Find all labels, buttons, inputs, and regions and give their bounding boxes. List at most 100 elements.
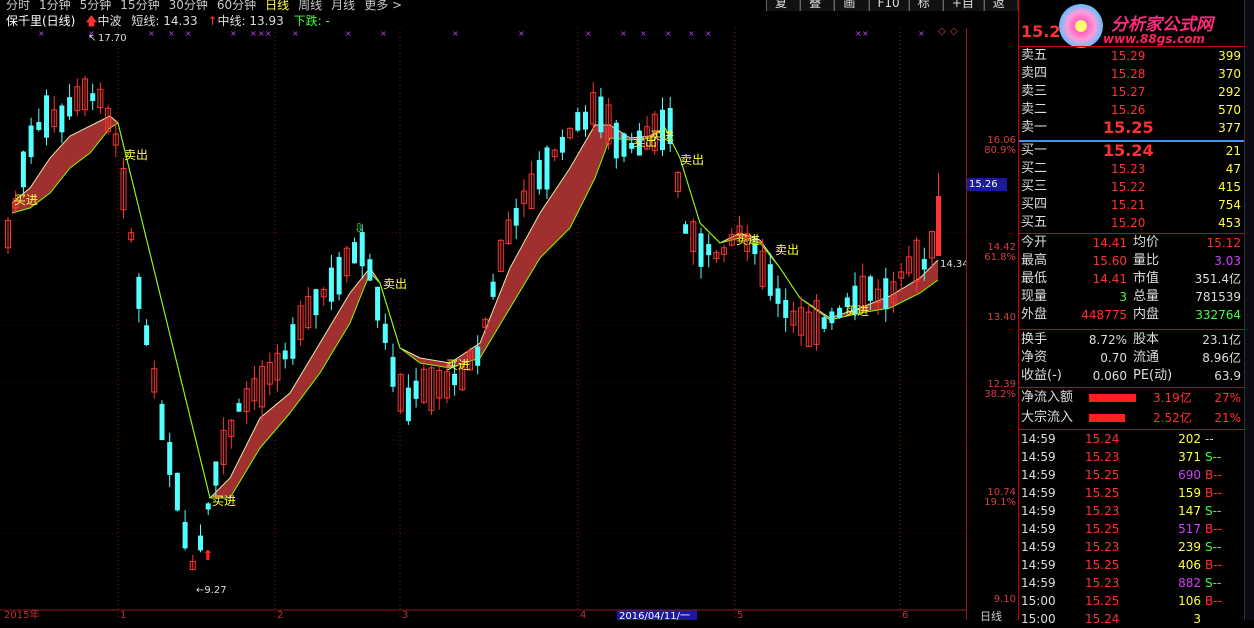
tick-time: 14:59: [1021, 450, 1056, 464]
order-book-row[interactable]: 买四 15.21 754: [1019, 196, 1245, 214]
side-scrollbar[interactable]: [1244, 0, 1254, 620]
wave-label: 🡅中波: [85, 14, 122, 28]
order-book-row[interactable]: 卖三 15.27 292: [1019, 83, 1245, 101]
candle: [28, 117, 34, 164]
stock-title[interactable]: 保千里(日线): [6, 14, 75, 28]
down-line: 下跌: -: [293, 14, 330, 28]
signal-marker: ×: [258, 29, 265, 38]
signal-marker: ×: [640, 29, 647, 38]
candle: [698, 227, 704, 279]
candle: [282, 342, 288, 369]
order-book-row[interactable]: 卖五 15.29 399: [1019, 47, 1245, 65]
stat-label: 最低: [1021, 271, 1048, 286]
order-book-row[interactable]: 卖二 15.26 570: [1019, 101, 1245, 119]
book-volume: 21: [1225, 144, 1241, 158]
y-axis-label: 10.74 19.1%: [984, 487, 1016, 508]
toolbar-button[interactable]: 叠加: [800, 0, 835, 11]
candle: [536, 151, 542, 195]
indicator-band: [12, 116, 938, 498]
candle: [575, 107, 581, 133]
period-tab[interactable]: 5分钟: [80, 0, 112, 11]
period-tab[interactable]: 更多 >: [364, 0, 402, 11]
order-book-row[interactable]: 卖一 15.25 377: [1019, 119, 1245, 137]
candle: [790, 301, 797, 333]
tick-row: 14:59 15.25 690 B--: [1019, 466, 1245, 484]
signal-marker: ×: [265, 29, 272, 38]
period-tab[interactable]: 周线: [298, 0, 322, 11]
candle: [721, 244, 728, 263]
period-tab[interactable]: 月线: [331, 0, 355, 11]
stat-value: 8.72%: [1088, 333, 1127, 347]
candle: [82, 75, 88, 117]
book-label: 买三: [1021, 179, 1048, 194]
tick-side: S--: [1205, 450, 1222, 464]
candle: [829, 307, 835, 330]
candlestick-chart[interactable]: × × × × × × × × × × × × × × × × × × × × × × ×买进卖出买进卖出买进卖出买进卖出买…: [0, 28, 966, 620]
stat-row: 换手 8.72% 股本 23.1亿: [1019, 331, 1245, 349]
period-tab[interactable]: 1分钟: [39, 0, 71, 11]
stat-label: 换手: [1021, 332, 1048, 347]
candle: [520, 179, 527, 218]
candle: [660, 97, 665, 156]
toolbar-button[interactable]: 复权: [766, 0, 801, 11]
buy-arrow-icon: ⬆: [202, 548, 214, 564]
candle: [929, 230, 935, 269]
book-price: 15.22: [1111, 180, 1146, 194]
candle: [767, 253, 773, 301]
signal-label: 买进: [650, 129, 674, 143]
order-book-row[interactable]: 买五 15.20 453: [1019, 214, 1245, 232]
signal-marker: ×: [452, 29, 459, 38]
stat-value: 14.41: [1092, 272, 1127, 286]
tick-price: 15.23: [1085, 504, 1120, 518]
signal-marker: ×: [185, 29, 192, 38]
period-tab[interactable]: 60分钟: [217, 0, 256, 11]
tick-row: 14:59 15.23 371 S--: [1019, 448, 1245, 466]
tick-price: 15.24: [1085, 612, 1120, 626]
candle: [228, 419, 235, 449]
signal-label: 卖出: [383, 277, 407, 291]
toolbar-button[interactable]: 标记: [908, 0, 943, 11]
candle: [144, 319, 150, 347]
candle: [405, 374, 411, 425]
diamond-icon[interactable]: ◇: [950, 28, 958, 37]
diamond-icon[interactable]: ◇: [938, 28, 946, 37]
book-price: 15.27: [1111, 85, 1146, 99]
y-axis-label: 16.06 80.9%: [984, 135, 1016, 156]
candle: [436, 364, 443, 410]
tick-price: 15.25: [1085, 522, 1120, 536]
tick-side: --: [1205, 432, 1214, 446]
order-book-row[interactable]: 卖四 15.28 370: [1019, 65, 1245, 83]
candle: [343, 245, 350, 283]
stat-value: 15.60: [1092, 254, 1127, 268]
flow-row: 大宗流入 2.52亿 21%: [1019, 409, 1245, 427]
tick-side: B--: [1205, 558, 1222, 572]
toolbar-button[interactable]: F10: [868, 0, 909, 11]
period-tab[interactable]: 分时: [6, 0, 30, 11]
stat-row: 最低 14.41 市值 351.4亿: [1019, 270, 1245, 288]
tick-price: 15.25: [1085, 486, 1120, 500]
candle: [497, 239, 504, 272]
period-tab[interactable]: 30分钟: [169, 0, 208, 11]
toolbar-button[interactable]: 画线: [834, 0, 869, 11]
toolbar-button[interactable]: 返回: [983, 0, 1018, 11]
tick-volume: 147: [1178, 504, 1201, 518]
candle: [813, 294, 820, 351]
candle: [266, 352, 273, 396]
order-book-row[interactable]: 买二 15.23 47: [1019, 160, 1245, 178]
order-book-row[interactable]: 买三 15.22 415: [1019, 178, 1245, 196]
x-axis-label: 5: [737, 610, 743, 620]
tick-volume: 406: [1178, 558, 1201, 572]
toolbar-button[interactable]: +自选: [942, 0, 984, 11]
candle: [775, 275, 781, 318]
candle: [274, 344, 281, 392]
order-book-row[interactable]: 买一 15.24 21: [1019, 142, 1245, 160]
period-tab[interactable]: 日线: [265, 0, 289, 11]
tick-price: 15.25: [1085, 558, 1120, 572]
tick-row: 14:59 15.23 147 S--: [1019, 502, 1245, 520]
tick-time: 15:00: [1021, 612, 1056, 626]
signal-marker: ×: [705, 29, 712, 38]
period-tab[interactable]: 15分钟: [120, 0, 159, 11]
book-volume: 377: [1218, 121, 1241, 135]
high-label: 17.70: [98, 33, 127, 44]
candle: [559, 129, 565, 161]
